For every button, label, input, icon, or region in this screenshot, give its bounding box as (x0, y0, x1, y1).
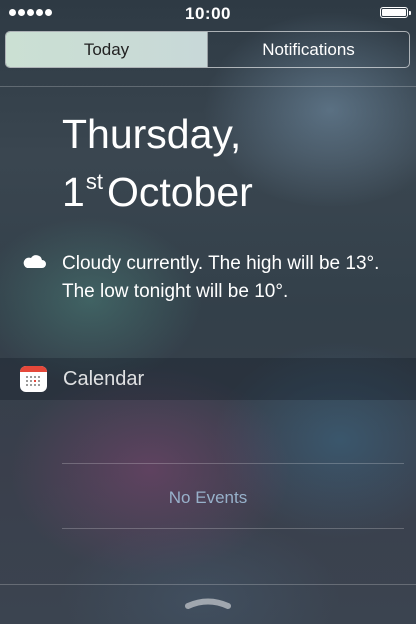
tab-notifications[interactable]: Notifications (207, 32, 409, 67)
footer-divider (0, 584, 416, 585)
calendar-icon (20, 366, 47, 392)
calendar-divider-bottom (62, 528, 404, 529)
date-day-month: 1stOctober (62, 158, 253, 216)
section-divider (0, 86, 416, 87)
calendar-divider-top (62, 463, 404, 464)
date-month: October (106, 169, 253, 215)
tab-today[interactable]: Today (6, 32, 207, 67)
calendar-empty-text: No Events (168, 488, 248, 507)
battery-icon (380, 7, 411, 18)
calendar-widget-title: Calendar (63, 368, 145, 390)
date-ordinal: st (85, 169, 103, 194)
weather-summary: Cloudy currently. The high will be 13°. … (62, 253, 380, 302)
date-day: 1 (62, 169, 85, 215)
grabber-handle-icon[interactable] (184, 596, 232, 610)
status-bar: 10:00 (0, 0, 416, 26)
cloud-icon (23, 255, 46, 268)
today-date: Thursday, 1stOctober (62, 110, 253, 216)
view-segmented-control: Today Notifications (5, 31, 410, 68)
status-time: 10:00 (185, 4, 231, 23)
date-weekday: Thursday, (62, 111, 242, 157)
